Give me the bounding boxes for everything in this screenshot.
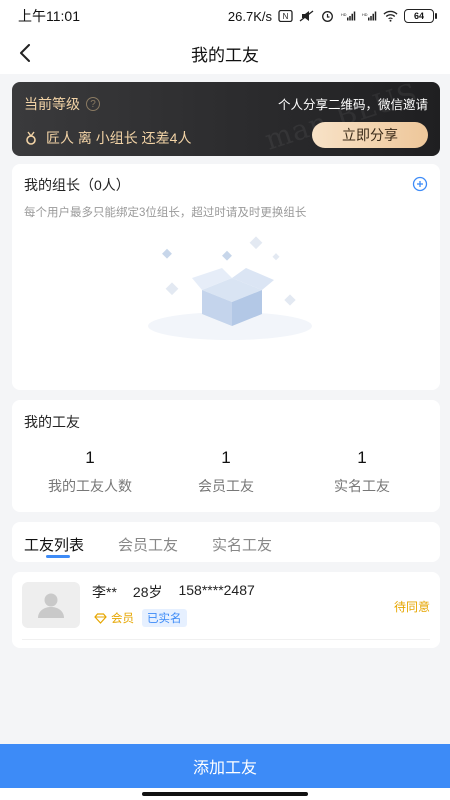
level-status: 匠人 离 小组长 还差4人 [24,128,191,148]
add-worker-button[interactable]: 添加工友 [0,744,450,788]
list-item[interactable]: 李** 28岁 158****2487 会员 已实名 待同意 [12,572,440,648]
member-name: 李** [92,584,117,600]
wifi-icon [383,10,398,22]
member-info: 李** 28岁 158****2487 [92,582,255,602]
tab-worker-list[interactable]: 工友列表 [24,534,84,555]
vip-badge-label: 会员 [111,613,134,625]
medal-icon [26,131,36,145]
tab-verified-workers[interactable]: 实名工友 [212,534,272,555]
empty-box-illustration [148,236,312,340]
tab-indicator [46,555,70,558]
mute-icon [299,10,314,22]
signal-hd-icon-2: HD [362,11,377,21]
back-button[interactable] [10,38,40,68]
avatar [22,582,80,628]
member-phone: 158****2487 [178,582,255,598]
status-time: 上午11:01 [18,8,80,24]
verified-badge: 已实名 [142,609,187,627]
tab-vip-workers[interactable]: 会员工友 [118,534,178,555]
stat-label: 会员工友 [198,478,254,494]
level-status-text: 匠人 离 小组长 还差4人 [46,130,192,146]
svg-text:HD: HD [341,13,347,17]
level-label-text: 当前等级 [24,96,80,112]
home-indicator[interactable] [142,792,308,796]
svg-text:HD: HD [362,13,368,17]
nav-bar: 我的工友 [0,32,450,74]
page-content: man BLUS 当前等级 ? 个人分享二维码，微信邀请 匠人 离 小组长 还差… [0,74,450,744]
team-title: 我的工友 [24,414,80,430]
diamond-icon [94,612,107,624]
page-title: 我的工友 [191,45,259,65]
stat-value: 1 [85,448,95,467]
level-card: man BLUS 当前等级 ? 个人分享二维码，微信邀请 匠人 离 小组长 还差… [12,82,440,156]
stat-value: 1 [357,448,367,467]
battery-icon: 64 [404,9,437,23]
stat-verified-workers[interactable]: 1 实名工友 [291,448,433,496]
member-age: 28岁 [132,584,163,600]
share-now-button[interactable]: 立即分享 [312,122,428,148]
team-section: 我的工友 1 我的工友人数 1 会员工友 1 实名工友 [12,400,440,512]
leader-title: 我的组长（0人） [24,177,130,193]
alarm-icon [322,11,333,22]
status-icons: 26.7K/s N HD HD 64 [227,8,437,24]
invite-text: 个人分享二维码，微信邀请 [277,98,428,112]
divider [22,639,430,640]
level-label: 当前等级 ? [24,94,100,114]
user-placeholder-icon [38,593,64,618]
member-badges: 会员 已实名 [92,609,187,627]
status-badge: 待同意 [393,600,430,614]
svg-text:N: N [283,12,289,21]
signal-hd-icon: HD [341,11,356,21]
network-speed: 26.7K/s [227,8,272,24]
help-icon[interactable]: ? [86,97,100,111]
stat-value: 1 [221,448,231,467]
leader-section: 我的组长（0人） 每个用户最多只能绑定3位组长，超过时请及时更换组长 [12,164,440,390]
nfc-icon: N [278,10,293,22]
stat-label: 我的工友人数 [48,478,132,494]
stat-label: 实名工友 [334,478,390,494]
vip-badge: 会员 [92,609,136,627]
stat-total-workers[interactable]: 1 我的工友人数 [19,448,161,496]
status-bar: 上午11:01 26.7K/s N HD HD 64 [0,0,450,32]
add-leader-icon[interactable] [412,176,428,192]
worker-tabs: 工友列表 会员工友 实名工友 [12,522,440,562]
stat-vip-workers[interactable]: 1 会员工友 [155,448,297,496]
chevron-left-icon [20,44,30,62]
leader-hint: 每个用户最多只能绑定3位组长，超过时请及时更换组长 [24,207,307,219]
